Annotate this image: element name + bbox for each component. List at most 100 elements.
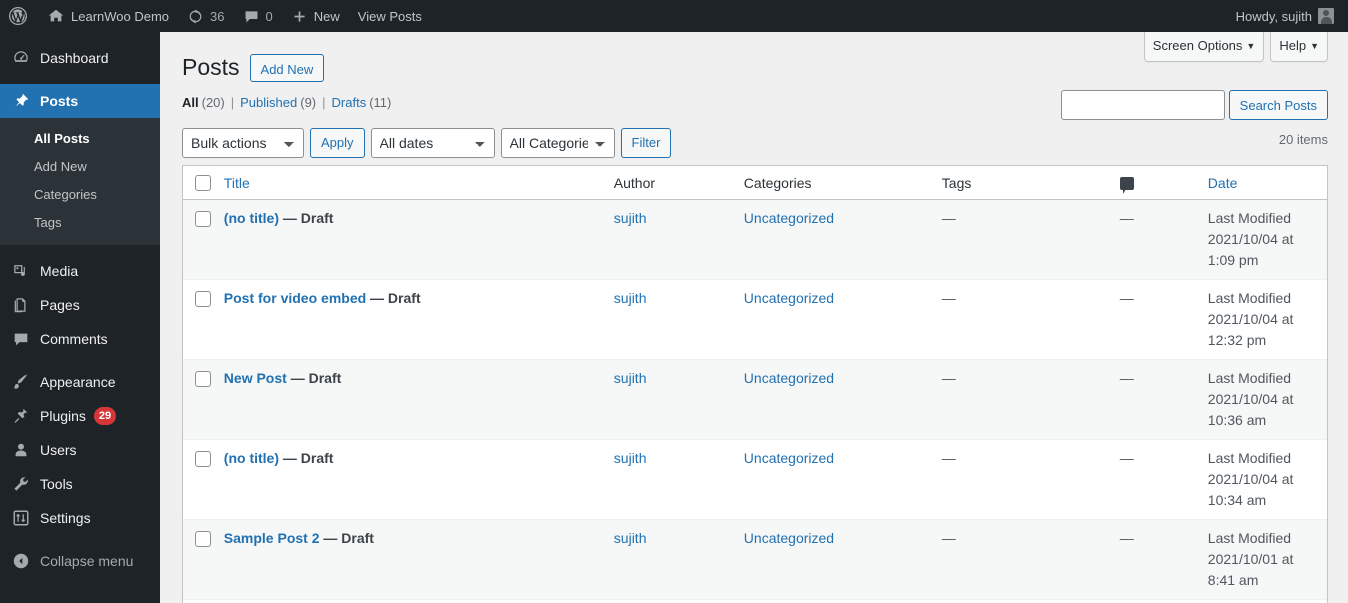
- row-select-cell: [183, 200, 214, 279]
- my-account-menu[interactable]: Howdy, sujith: [1227, 0, 1348, 32]
- collapse-menu-button[interactable]: Collapse menu: [0, 544, 160, 578]
- date-filter-select[interactable]: All dates: [370, 127, 495, 158]
- column-header-tags: Tags: [931, 166, 1110, 201]
- sort-by-title-link[interactable]: Title: [224, 175, 250, 191]
- row-date-cell: Last Modified 2021/09/30 at 2:17 pm: [1197, 599, 1327, 603]
- sidebar-item-label: Tools: [40, 476, 73, 492]
- sidebar-item-label: Posts: [40, 93, 79, 109]
- date-value: 2021/10/04 at 12:32 pm: [1207, 311, 1294, 349]
- row-tags-cell: —: [941, 210, 956, 227]
- site-name-menu[interactable]: LearnWoo Demo: [38, 0, 178, 32]
- sidebar-item-dashboard[interactable]: Dashboard: [0, 41, 160, 75]
- row-date-cell: Last Modified 2021/10/04 at 1:09 pm: [1198, 200, 1327, 279]
- row-tags-cell: —: [931, 279, 1110, 359]
- post-title-link[interactable]: New Post: [224, 370, 287, 386]
- row-comments-cell: —: [1109, 519, 1198, 599]
- help-toggle[interactable]: Help ▼: [1270, 32, 1328, 62]
- sidebar-item-all-posts[interactable]: All Posts: [0, 125, 160, 153]
- post-state: — Draft: [282, 210, 334, 227]
- sidebar-item-tags[interactable]: Tags: [0, 209, 160, 237]
- collapse-menu-label: Collapse menu: [40, 553, 134, 569]
- author-link[interactable]: sujith: [614, 530, 647, 546]
- date-status: Last Modified: [1207, 290, 1292, 307]
- row-date-cell: Last Modified 2021/10/04 at 10:34 am: [1197, 439, 1327, 519]
- author-link[interactable]: sujith: [614, 210, 647, 226]
- filter-button[interactable]: Filter: [620, 127, 672, 158]
- row-tags-cell: —: [931, 519, 1110, 599]
- search-posts-button[interactable]: Search Posts: [1228, 90, 1328, 120]
- row-checkbox[interactable]: [195, 531, 211, 548]
- row-checkbox[interactable]: [195, 371, 211, 388]
- home-icon: [47, 7, 65, 25]
- category-link[interactable]: Uncategorized: [744, 370, 834, 386]
- sidebar-item-add-new[interactable]: Add New: [0, 153, 160, 181]
- view-posts-menu[interactable]: View Posts: [349, 0, 431, 32]
- row-comments-cell: —: [1109, 279, 1198, 359]
- add-new-post-button[interactable]: Add New: [249, 53, 325, 82]
- row-checkbox[interactable]: [195, 451, 211, 468]
- sidebar-item-comments[interactable]: Comments: [0, 322, 160, 356]
- category-link[interactable]: Uncategorized: [744, 450, 834, 466]
- view-published-link[interactable]: Published: [240, 95, 297, 110]
- sidebar-item-tools[interactable]: Tools: [0, 467, 160, 501]
- settings-icon: [11, 508, 31, 528]
- row-author-cell: sujith: [604, 200, 734, 279]
- row-tags-cell: —: [931, 359, 1110, 439]
- menu-separator-1: [0, 75, 160, 84]
- column-header-comments: [1109, 166, 1198, 201]
- posts-table: Title Author Categories Tags Date (no ti…: [182, 164, 1328, 603]
- apply-button[interactable]: Apply: [310, 127, 365, 158]
- screen-meta-links: Screen Options ▼ Help ▼: [1143, 32, 1328, 62]
- sidebar-item-label: Media: [40, 263, 79, 279]
- post-state: — Draft: [323, 530, 374, 547]
- menu-spacer-top: [0, 32, 160, 41]
- post-title-link[interactable]: (no title): [224, 210, 279, 226]
- sidebar-item-appearance[interactable]: Appearance: [0, 365, 160, 399]
- new-content-menu[interactable]: New: [282, 0, 349, 32]
- category-filter-select[interactable]: All Categories: [500, 127, 615, 158]
- sidebar-item-plugins[interactable]: Plugins 29: [0, 399, 160, 433]
- search-input[interactable]: [1060, 90, 1225, 120]
- column-header-date: Date: [1197, 166, 1327, 201]
- author-link[interactable]: sujith: [614, 450, 647, 466]
- row-checkbox[interactable]: [195, 211, 211, 228]
- sidebar-item-settings[interactable]: Settings: [0, 501, 160, 535]
- media-icon: [11, 261, 31, 281]
- author-link[interactable]: sujith: [614, 370, 647, 386]
- bulk-actions-select[interactable]: Bulk actions: [182, 127, 304, 158]
- view-drafts-link[interactable]: Drafts: [332, 95, 367, 110]
- row-date-cell: Last Modified 2021/10/04 at 10:36 am: [1197, 359, 1327, 439]
- post-title-link[interactable]: (no title): [224, 450, 279, 466]
- comments-menu[interactable]: 0: [234, 0, 282, 32]
- sidebar-item-categories[interactable]: Categories: [0, 181, 160, 209]
- select-all-checkbox[interactable]: [195, 175, 211, 192]
- category-link[interactable]: Uncategorized: [744, 210, 834, 226]
- sidebar-item-posts[interactable]: Posts: [0, 84, 160, 118]
- row-categories-cell: Uncategorized: [734, 200, 932, 279]
- row-title-cell: (no title) — Draft: [213, 439, 604, 519]
- category-link[interactable]: Uncategorized: [744, 530, 834, 546]
- column-header-title: Title: [213, 166, 604, 201]
- updates-count: 36: [210, 8, 225, 24]
- post-title-link[interactable]: Sample Post 2: [224, 530, 320, 546]
- sidebar-item-users[interactable]: Users: [0, 433, 160, 467]
- screen-options-toggle[interactable]: Screen Options ▼: [1143, 32, 1265, 62]
- row-comments-cell: —: [1109, 599, 1198, 603]
- column-header-categories: Categories: [733, 166, 932, 201]
- post-title-link[interactable]: Post for video embed: [224, 290, 366, 306]
- updates-menu[interactable]: 36: [178, 0, 233, 32]
- row-categories-cell: Uncategorized: [733, 279, 932, 359]
- category-link[interactable]: Uncategorized: [744, 290, 834, 306]
- sidebar-item-media[interactable]: Media: [0, 254, 160, 288]
- row-checkbox[interactable]: [195, 291, 211, 308]
- sidebar-item-label: Settings: [40, 510, 91, 526]
- sidebar-item-pages[interactable]: Pages: [0, 288, 160, 322]
- wordpress-logo-menu[interactable]: [0, 0, 38, 32]
- wordpress-logo-icon: [8, 6, 28, 26]
- author-link[interactable]: sujith: [614, 290, 647, 306]
- view-all-link[interactable]: All: [182, 95, 199, 110]
- view-published: Published (9) |: [240, 95, 331, 110]
- table-row: Post for video embed — Draft sujith Unca…: [183, 279, 1327, 359]
- posts-table-head: Title Author Categories Tags Date: [183, 166, 1327, 201]
- sort-by-date-link[interactable]: Date: [1208, 175, 1238, 191]
